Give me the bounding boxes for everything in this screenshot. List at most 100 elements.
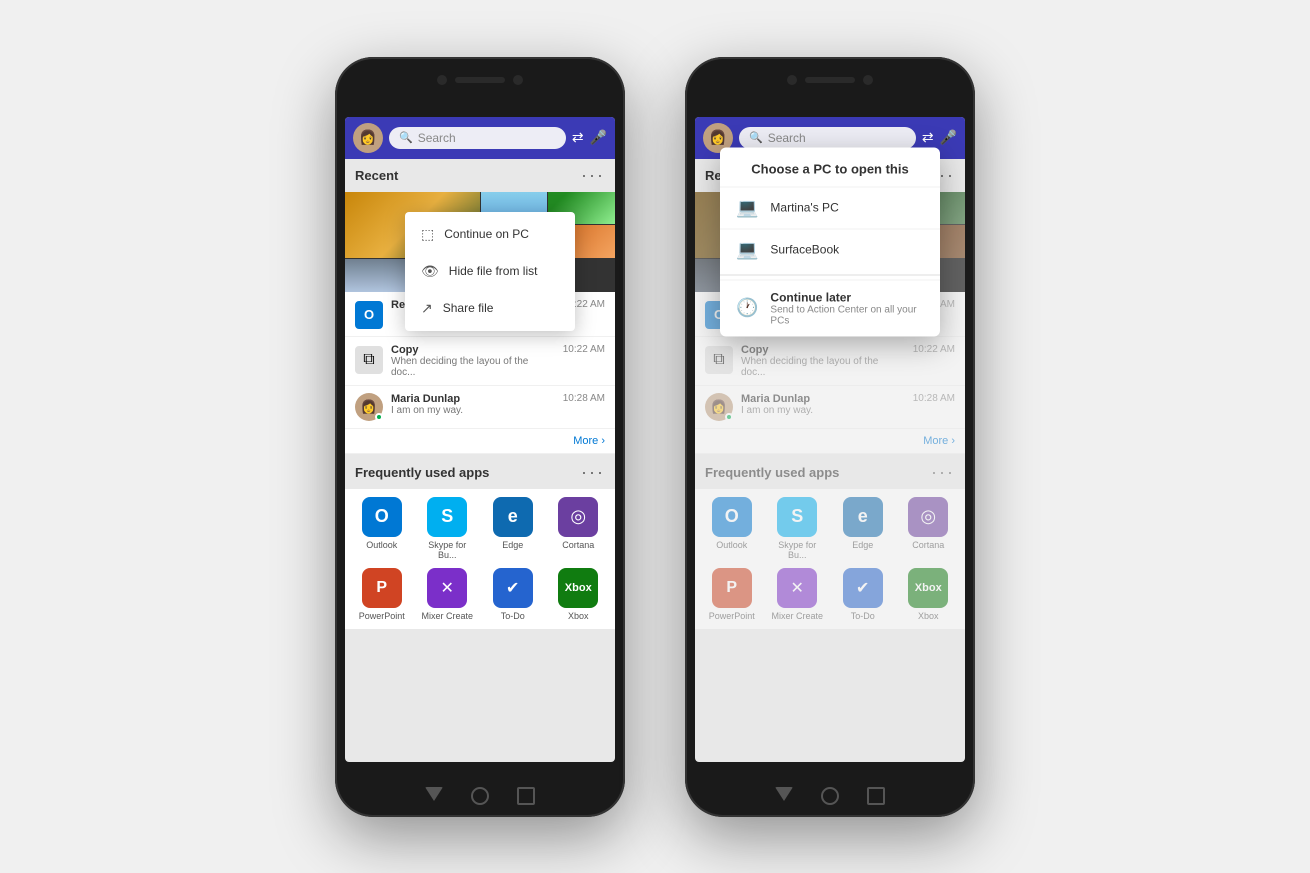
activity-item-person[interactable]: 👩 Maria Dunlap I am on my way. 10:28 AM [345,386,615,429]
search-bar-2[interactable]: 🔍 Search [739,127,916,149]
app-xbox[interactable]: Xbox Xbox [550,568,608,621]
phone-2-bottom-nav [685,787,975,805]
copy-title-2: Copy [741,344,905,356]
app-label-cortana: Cortana [562,540,594,550]
nav-home[interactable] [471,787,489,805]
app-icon-xbox: Xbox [558,568,598,608]
nav-back[interactable] [425,787,443,801]
app-label-xbox-2: Xbox [918,611,939,621]
app-todo-2: ✔ To-Do [834,568,892,621]
pc-chooser-popup: Choose a PC to open this 💻 Martina's PC … [720,147,940,336]
header-icons-2: ⇄ 🎤 [922,129,957,146]
app-icon-mixer: ✕ [427,568,467,608]
app-xbox-2: Xbox Xbox [900,568,958,621]
app-cortana[interactable]: ◎ Cortana [550,497,608,560]
app-outlook[interactable]: O Outlook [353,497,411,560]
photo-area-2: Choose a PC to open this 💻 Martina's PC … [695,192,965,292]
recent-more-1[interactable]: ··· [581,165,605,186]
menu-share-file[interactable]: ↗ Share file [405,290,575,327]
camera-dot-4 [863,75,873,85]
popup-divider [720,274,940,275]
app-todo[interactable]: ✔ To-Do [484,568,542,621]
app-powerpoint-2: P PowerPoint [703,568,761,621]
activity-item-copy[interactable]: ⧉ Copy When deciding the layou of the do… [345,337,615,386]
phone-1: 👩 🔍 Search ⇄ 🎤 Recent ··· [335,57,625,817]
app-label-outlook: Outlook [366,540,397,550]
app-outlook-2: O Outlook [703,497,761,560]
apps-section-1: Frequently used apps ··· [345,456,615,489]
nav-recents-2[interactable] [867,787,885,805]
phone-1-app-header: 👩 🔍 Search ⇄ 🎤 [345,117,615,159]
app-icon-cortana-2: ◎ [908,497,948,537]
search-icon-1: 🔍 [399,131,413,144]
app-mixer[interactable]: ✕ Mixer Create [419,568,477,621]
photo-6 [345,259,412,292]
phone-1-bottom-nav [335,787,625,805]
mic-icon[interactable]: 🎤 [590,129,607,146]
app-edge-2: e Edge [834,497,892,560]
app-label-outlook-2: Outlook [716,540,747,550]
copy-icon-box-2: ⧉ [705,346,733,374]
popup-surfacebook-label: SurfaceBook [770,243,839,257]
recent-title-1: Recent [355,168,398,183]
share-file-icon: ↗ [421,300,433,317]
app-label-cortana-2: Cortana [912,540,944,550]
popup-surfacebook[interactable]: 💻 SurfaceBook [720,228,940,270]
popup-later-label: Continue later [770,290,924,304]
person-name: Maria Dunlap [391,393,555,405]
person-content: Maria Dunlap I am on my way. [391,393,555,416]
app-icon-powerpoint: P [362,568,402,608]
context-menu-1: ⬚ Continue on PC 👁 Hide file from list ↗… [405,212,575,331]
nav-recents[interactable] [517,787,535,805]
app-icon-cortana: ◎ [558,497,598,537]
phone-2: 👩 🔍 Search ⇄ 🎤 Recent ··· [685,57,975,817]
phone-1-shell: 👩 🔍 Search ⇄ 🎤 Recent ··· [335,57,625,817]
status-dot [375,413,383,421]
copy-title: Copy [391,344,555,356]
app-edge[interactable]: e Edge [484,497,542,560]
menu-hide-file[interactable]: 👁 Hide file from list [405,253,575,290]
photo-area-1: ⬚ Continue on PC 👁 Hide file from list ↗… [345,192,615,292]
mic-icon-2[interactable]: 🎤 [940,129,957,146]
app-powerpoint[interactable]: P PowerPoint [353,568,411,621]
more-link-1[interactable]: More › [345,429,615,454]
app-label-edge: Edge [502,540,523,550]
app-icon-outlook: O [362,497,402,537]
phone-2-shell: 👩 🔍 Search ⇄ 🎤 Recent ··· [685,57,975,817]
app-label-mixer: Mixer Create [421,611,473,621]
app-skype-2: S Skype for Bu... [769,497,827,560]
search-text-2: Search [768,131,906,145]
popup-martinas-pc[interactable]: 💻 Martina's PC [720,186,940,228]
nav-back-2[interactable] [775,787,793,801]
person-time-2: 10:28 AM [913,393,955,404]
apps-grid-2: O Outlook S Skype for Bu... e Edge ◎ Cor… [695,489,965,629]
activity-item-copy-2: ⧉ Copy When deciding the layou of the do… [695,337,965,386]
search-text-1: Search [418,131,556,145]
copy-time-2: 10:22 AM [913,344,955,355]
app-icon-todo-2: ✔ [843,568,883,608]
person-name-2: Maria Dunlap [741,393,905,405]
popup-continue-later[interactable]: 🕐 Continue later Send to Action Center o… [720,279,940,336]
apps-more-1[interactable]: ··· [581,462,605,483]
qr-icon[interactable]: ⇄ [572,129,584,146]
popup-later-content: Continue later Send to Action Center on … [770,290,924,326]
menu-continue-pc[interactable]: ⬚ Continue on PC [405,216,575,253]
popup-martinas-label: Martina's PC [770,201,838,215]
app-skype[interactable]: S Skype for Bu... [419,497,477,560]
nav-home-2[interactable] [821,787,839,805]
app-mixer-2: ✕ Mixer Create [769,568,827,621]
qr-icon-2[interactable]: ⇄ [922,129,934,146]
copy-time: 10:22 AM [563,344,605,355]
app-label-skype-2: Skype for Bu... [769,540,827,560]
popup-title: Choose a PC to open this [720,147,940,186]
app-icon-edge: e [493,497,533,537]
person-avatar-wrap-2: 👩 [705,393,733,421]
app-icon-edge-2: e [843,497,883,537]
more-label-2: More [923,435,948,447]
app-icon-mixer-2: ✕ [777,568,817,608]
app-label-skype: Skype for Bu... [419,540,477,560]
person-avatar-wrap: 👩 [355,393,383,421]
apps-title-2: Frequently used apps [705,465,839,480]
search-bar-1[interactable]: 🔍 Search [389,127,566,149]
apps-grid-1: O Outlook S Skype for Bu... e Edge ◎ Cor… [345,489,615,629]
